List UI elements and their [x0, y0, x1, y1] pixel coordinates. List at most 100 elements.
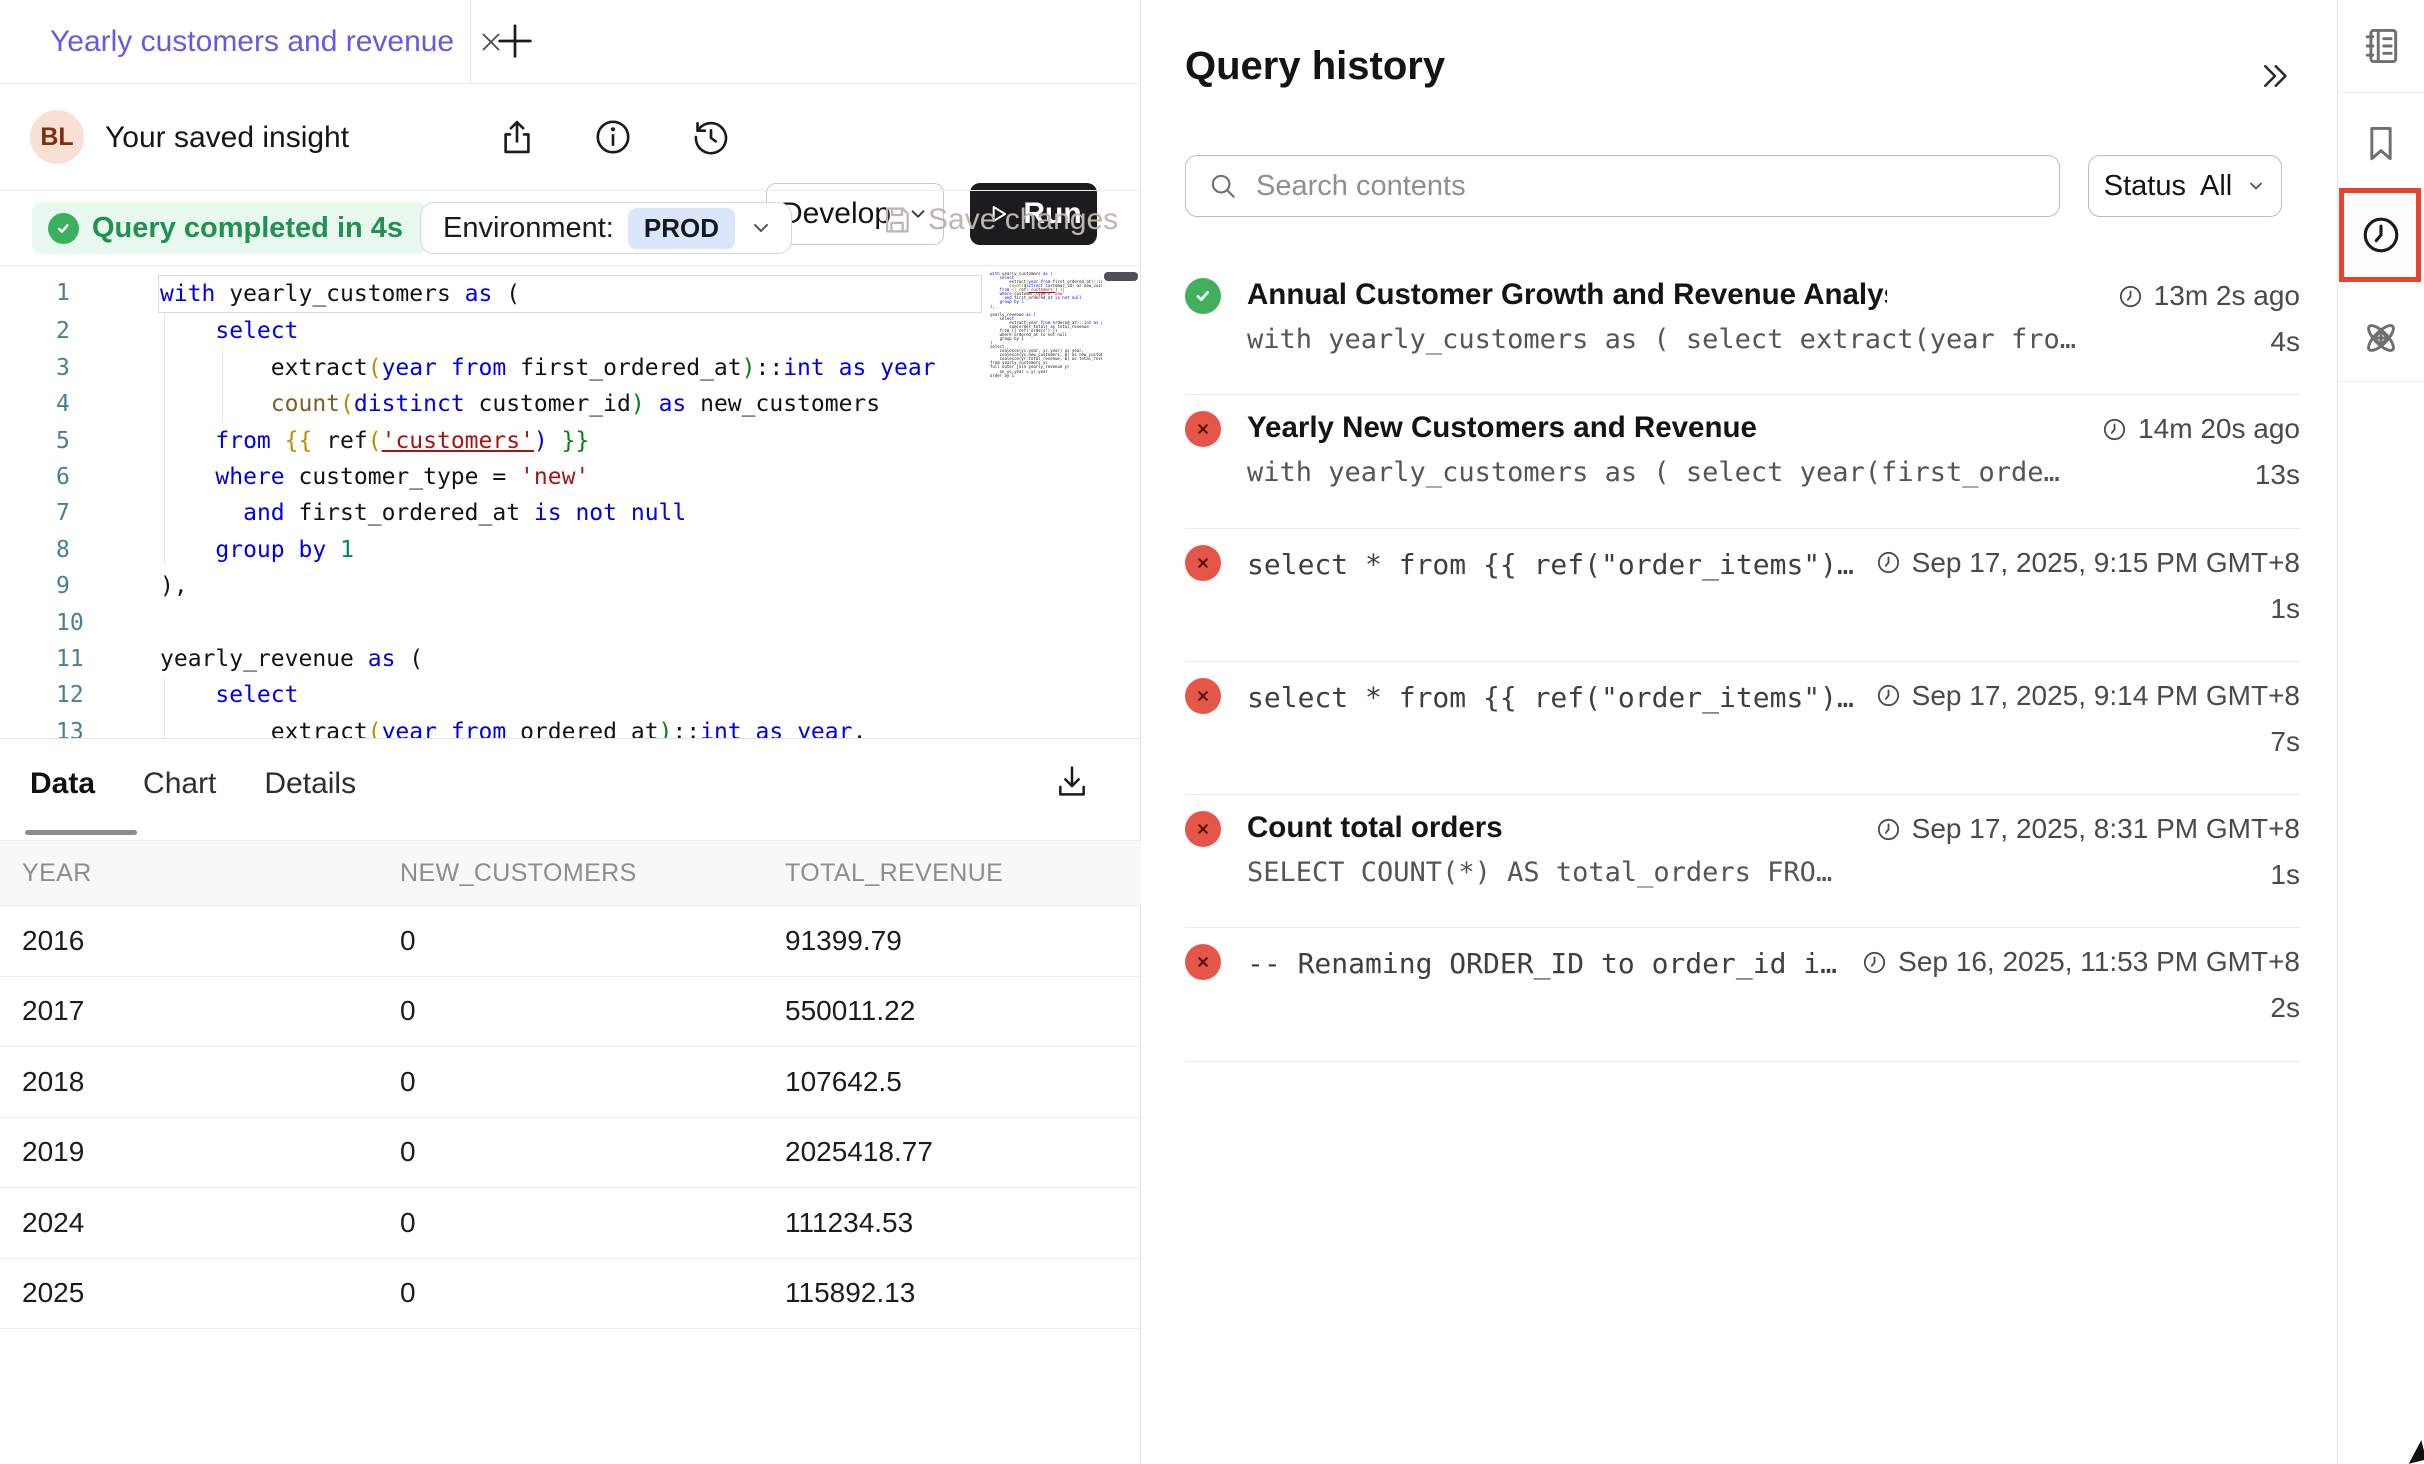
line-number: 12 — [0, 677, 160, 713]
code-line[interactable]: 9), — [0, 568, 988, 604]
history-item-time: Sep 16, 2025, 11:53 PM GMT+8 — [1861, 946, 2300, 978]
column-header[interactable]: NEW_CUSTOMERS — [400, 859, 785, 888]
environment-label: Environment: — [443, 212, 614, 245]
table-cell: 2019 — [22, 1136, 400, 1168]
table-row[interactable]: 20170550011.22 — [0, 977, 1141, 1048]
success-check-icon — [48, 213, 79, 244]
new-tab-button[interactable] — [492, 18, 538, 64]
history-item[interactable]: -- Renaming ORDER_ID to order_id i… Sep 1… — [1185, 928, 2300, 1061]
table-cell: 2025418.77 — [785, 1136, 1141, 1168]
share-icon[interactable] — [496, 116, 538, 158]
table-cell: 0 — [400, 1066, 785, 1098]
table-cell: 0 — [400, 1207, 785, 1239]
code-text: group by 1 — [160, 532, 354, 568]
code-text: where customer_type = 'new' — [160, 459, 589, 495]
history-search[interactable] — [1185, 155, 2060, 217]
code-text: select — [160, 313, 298, 349]
error-badge-icon — [1185, 944, 1221, 980]
code-line[interactable]: 8 group by 1 — [0, 532, 988, 568]
history-item[interactable]: Annual Customer Growth and Revenue Analy… — [1185, 262, 2300, 395]
code-line[interactable]: 6 where customer_type = 'new' — [0, 459, 988, 495]
code-line[interactable]: 4 count(distinct customer_id) as new_cus… — [0, 386, 988, 422]
query-history-highlight-box — [2339, 188, 2421, 282]
table-cell: 0 — [400, 925, 785, 957]
code-line[interactable]: 7 and first_ordered_at is not null — [0, 495, 988, 531]
query-status-badge: Query completed in 4s — [32, 202, 427, 254]
tab-data[interactable]: Data — [30, 767, 95, 801]
error-badge-icon — [1185, 678, 1221, 714]
code-line[interactable]: 10 — [0, 605, 988, 641]
results-tabs: Data Chart Details — [30, 767, 356, 801]
line-number: 8 — [0, 532, 160, 568]
info-icon[interactable] — [592, 116, 634, 158]
history-item-duration: 13s — [2255, 459, 2300, 491]
minimap[interactable]: with yearly_customers as ( select extrac… — [990, 272, 1102, 732]
environment-selector[interactable]: Environment: PROD — [420, 202, 792, 254]
history-item[interactable]: select * from {{ ref("order_items")…Sep … — [1185, 662, 2300, 795]
save-changes-button[interactable]: Save changes — [880, 203, 1118, 237]
code-text: select — [160, 677, 298, 713]
collapse-panel-icon[interactable] — [2257, 58, 2293, 94]
sql-editor[interactable]: 1with yearly_customers as (2 select3 ext… — [0, 266, 1141, 738]
history-item-title: -- Renaming ORDER_ID to order_id i… — [1247, 947, 1837, 980]
search-input[interactable] — [1254, 169, 2039, 204]
code-text: yearly_revenue as ( — [160, 641, 423, 677]
download-icon[interactable] — [1052, 761, 1092, 801]
editor-pane: Yearly customers and revenue BL Your sav… — [0, 0, 1141, 1464]
column-header[interactable]: YEAR — [22, 859, 400, 888]
status-filter-dropdown[interactable]: Status All — [2088, 155, 2282, 217]
line-number: 4 — [0, 386, 160, 422]
code-line[interactable]: 12 select — [0, 677, 988, 713]
history-item[interactable]: Count total ordersSep 17, 2025, 8:31 PM … — [1185, 795, 2300, 928]
code-line[interactable]: 3 extract(year from first_ordered_at)::i… — [0, 350, 988, 386]
table-row[interactable]: 20180107642.5 — [0, 1047, 1141, 1118]
lineage-icon[interactable] — [2359, 316, 2403, 360]
clock-history-icon[interactable] — [2359, 213, 2403, 257]
line-number: 5 — [0, 423, 160, 459]
table-row[interactable]: 2016091399.79 — [0, 906, 1141, 977]
tab-bar: Yearly customers and revenue — [0, 0, 1140, 84]
search-icon — [1208, 171, 1238, 201]
history-item-title: Annual Customer Growth and Revenue Analy… — [1247, 278, 1887, 312]
code-line[interactable]: 11yearly_revenue as ( — [0, 641, 988, 677]
code-text: from {{ ref('customers') }} — [160, 423, 589, 459]
status-filter-value: All — [2200, 170, 2232, 203]
query-history-title: Query history — [1185, 44, 1445, 89]
table-row[interactable]: 20240111234.53 — [0, 1188, 1141, 1259]
table-row[interactable]: 20250115892.13 — [0, 1259, 1141, 1330]
avatar[interactable]: BL — [30, 110, 84, 164]
query-status-text: Query completed in 4s — [92, 212, 403, 245]
history-item[interactable]: select * from {{ ref("order_items")…Sep … — [1185, 529, 2300, 662]
tab-yearly-customers[interactable]: Yearly customers and revenue — [50, 25, 454, 59]
code-text: ), — [160, 568, 188, 604]
history-item-time: Sep 17, 2025, 9:15 PM GMT+8 — [1875, 547, 2300, 579]
save-changes-label: Save changes — [928, 203, 1118, 237]
table-row[interactable]: 201902025418.77 — [0, 1118, 1141, 1189]
history-item-time: 13m 2s ago — [2117, 280, 2300, 312]
table-cell: 111234.53 — [785, 1207, 1141, 1239]
line-number: 13 — [0, 714, 160, 738]
chevron-down-icon — [2246, 176, 2266, 196]
tab-chart[interactable]: Chart — [143, 767, 216, 801]
tab-details[interactable]: Details — [264, 767, 356, 801]
code-line[interactable]: 13 extract(year from ordered_at)::int as… — [0, 714, 988, 738]
rail-divider — [2338, 381, 2424, 382]
code-line[interactable]: 5 from {{ ref('customers') }} — [0, 423, 988, 459]
bookmark-icon[interactable] — [2359, 122, 2403, 166]
table-cell: 2025 — [22, 1277, 400, 1309]
table-cell: 2016 — [22, 925, 400, 957]
insight-toolbar: BL Your saved insight Develop Run — [0, 84, 1140, 190]
success-badge-icon — [1185, 278, 1221, 314]
history-item[interactable]: Yearly New Customers and Revenue14m 20s … — [1185, 395, 2300, 528]
code-line[interactable]: 1with yearly_customers as ( — [0, 275, 988, 313]
environment-value-badge: PROD — [628, 208, 735, 249]
rail-divider — [2338, 92, 2424, 93]
journal-icon[interactable] — [2359, 24, 2403, 68]
scrollbar-thumb[interactable] — [1104, 272, 1138, 281]
line-number: 10 — [0, 605, 160, 641]
code-line[interactable]: 2 select — [0, 313, 988, 349]
history-item-duration: 1s — [2270, 859, 2300, 891]
code-text: with yearly_customers as ( — [158, 275, 982, 313]
version-history-icon[interactable] — [690, 116, 732, 158]
column-header[interactable]: TOTAL_REVENUE — [785, 859, 1141, 888]
